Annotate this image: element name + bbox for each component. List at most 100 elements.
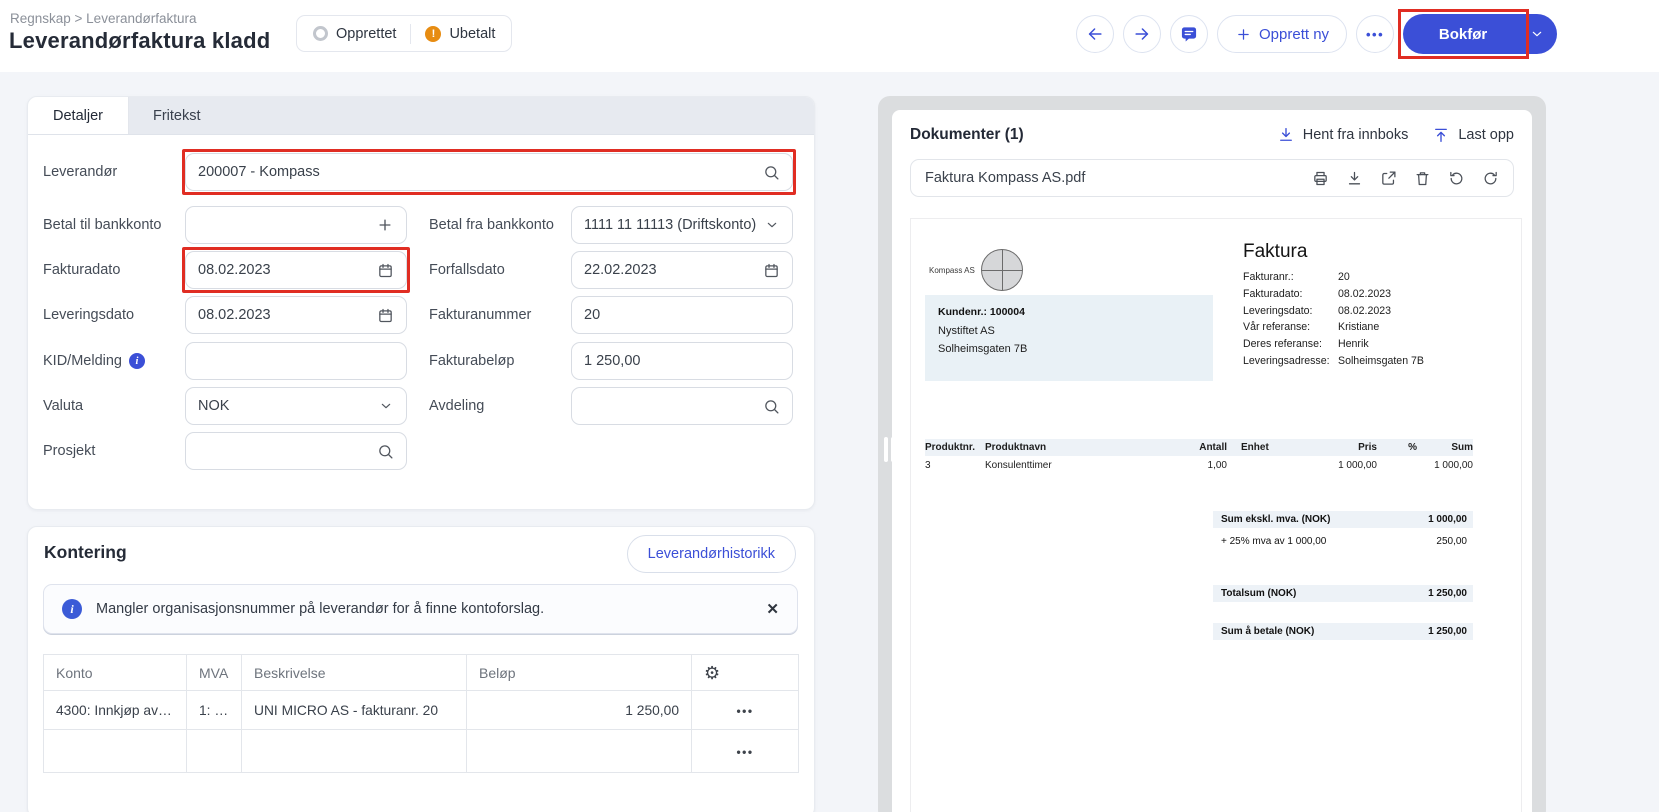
meta-value: Kristiane [1338, 319, 1379, 336]
open-external-button[interactable] [1380, 170, 1397, 187]
previous-button[interactable] [1076, 15, 1114, 53]
page-title: Leverandørfaktura kladd [9, 28, 270, 54]
total-row-totalsum: Totalsum (NOK) 1 250,00 [1213, 585, 1473, 602]
fakturabelop-value[interactable] [584, 353, 780, 369]
total-value: 1 000,00 [1428, 514, 1467, 525]
row-menu-button[interactable]: ••• [736, 745, 753, 759]
gear-icon[interactable]: ⚙ [704, 663, 720, 683]
last-opp-button[interactable]: Last opp [1432, 126, 1514, 144]
kid-melding-input[interactable] [185, 342, 407, 380]
tab-detaljer[interactable]: Detaljer [28, 97, 128, 134]
rotate-right-button[interactable] [1482, 170, 1499, 187]
panel-resize-handle[interactable] [881, 434, 897, 464]
betal-til-input[interactable] [185, 206, 407, 244]
info-icon[interactable]: i [129, 353, 145, 369]
rotate-left-button[interactable] [1448, 170, 1465, 187]
total-row-mva: + 25% mva av 1 000,00 250,00 [1213, 533, 1473, 550]
leveringsdato-value[interactable] [198, 307, 369, 323]
konto-value: 4300: Innkjøp av vare... [56, 703, 187, 718]
forfallsdato-input[interactable] [571, 251, 793, 289]
rotate-cw-icon [1482, 170, 1499, 187]
konto-cell[interactable] [44, 730, 187, 773]
fakturanummer-label: Fakturanummer [407, 307, 571, 323]
download-file-button[interactable] [1346, 170, 1363, 187]
meta-label: Deres referanse: [1243, 336, 1338, 353]
next-button[interactable] [1123, 15, 1161, 53]
calendar-icon [763, 262, 780, 279]
file-name: Faktura Kompass AS.pdf [925, 170, 1296, 186]
leverandorhistorikk-button[interactable]: Leverandørhistorikk [627, 535, 796, 573]
betal-til-label: Betal til bankkonto [43, 217, 185, 233]
tab-fritekst[interactable]: Fritekst [128, 97, 226, 134]
kid-melding-value[interactable] [198, 353, 394, 369]
prosjekt-input[interactable] [185, 432, 407, 470]
valuta-label: Valuta [43, 398, 185, 414]
row-menu-button[interactable]: ••• [736, 704, 753, 718]
hent-fra-innboks-label: Hent fra innboks [1303, 127, 1409, 143]
total-label: Totalsum (NOK) [1221, 588, 1296, 599]
belop-cell[interactable] [467, 730, 692, 773]
hent-fra-innboks-button[interactable]: Hent fra innboks [1277, 126, 1409, 144]
download-icon [1277, 126, 1295, 144]
leverandor-value[interactable] [198, 164, 755, 180]
col-beskrivelse: Beskrivelse [242, 655, 467, 691]
leverandor-input[interactable] [185, 153, 793, 191]
unpaid-status-icon: ! [425, 26, 441, 42]
badge-divider [410, 24, 411, 44]
bokfor-split-button: Bokfør [1403, 14, 1557, 54]
details-card: Detaljer Fritekst Leverandør Betal til b… [27, 96, 815, 510]
fakturadato-value[interactable] [198, 262, 369, 278]
meta-label: Leveringsadresse: [1243, 353, 1338, 370]
print-button[interactable] [1312, 170, 1329, 187]
mva-cell[interactable] [187, 730, 242, 773]
prosjekt-value[interactable] [198, 443, 369, 459]
col-belop: Beløp [467, 655, 692, 691]
fakturadato-input[interactable] [185, 251, 407, 289]
valuta-value[interactable] [198, 398, 370, 414]
breadcrumb[interactable]: Regnskap > Leverandørfaktura [10, 11, 196, 26]
kontering-row-1: 4300: Innkjøp av vare... 1: 25% UNI MICR… [44, 691, 799, 730]
betal-fra-value[interactable] [584, 217, 756, 233]
avdeling-input[interactable] [571, 387, 793, 425]
invoice-customer-box: Kundenr.: 100004 Nystiftet AS Solheimsga… [925, 295, 1213, 381]
konto-cell[interactable]: 4300: Innkjøp av vare... [44, 691, 187, 730]
fakturabelop-input[interactable] [571, 342, 793, 380]
search-icon [763, 164, 780, 181]
meta-label: Leveringsdato: [1243, 303, 1338, 320]
comments-button[interactable] [1170, 15, 1208, 53]
globe-logo-icon [981, 249, 1023, 291]
unpaid-status-label: Ubetalt [449, 26, 495, 42]
avdeling-value[interactable] [584, 398, 755, 414]
documents-header: Dokumenter (1) Hent fra innboks Last opp [910, 126, 1514, 144]
search-icon [763, 398, 780, 415]
details-tabbar: Detaljer Fritekst [28, 97, 814, 135]
printer-icon [1312, 170, 1329, 187]
create-new-button[interactable]: Opprett ny [1217, 15, 1347, 53]
beskrivelse-cell[interactable]: UNI MICRO AS - fakturanr. 20 [242, 691, 467, 730]
line-percent [1377, 460, 1417, 471]
download-icon [1346, 170, 1363, 187]
belop-cell[interactable]: 1 250,00 [467, 691, 692, 730]
bokfor-dropdown-button[interactable] [1517, 14, 1557, 54]
invoice-line-row: 3 Konsulenttimer 1,00 1 000,00 1 000,00 [925, 456, 1473, 475]
mva-cell[interactable]: 1: 25% [187, 691, 242, 730]
betal-fra-select[interactable] [571, 206, 793, 244]
meta-value: 08.02.2023 [1338, 303, 1391, 320]
close-icon[interactable]: ✕ [766, 600, 779, 618]
fakturanummer-value[interactable] [584, 307, 780, 323]
forfallsdato-value[interactable] [584, 262, 755, 278]
documents-card: Dokumenter (1) Hent fra innboks Last opp [892, 110, 1532, 812]
leveringsdato-input[interactable] [185, 296, 407, 334]
search-icon [377, 443, 394, 460]
betal-til-value[interactable] [198, 217, 368, 233]
meta-value: 08.02.2023 [1338, 286, 1391, 303]
total-value: 1 250,00 [1428, 626, 1467, 637]
tab-detaljer-label: Detaljer [53, 108, 103, 124]
beskrivelse-cell[interactable] [242, 730, 467, 773]
line-sum: 1 000,00 [1417, 460, 1473, 471]
delete-file-button[interactable] [1414, 170, 1431, 187]
valuta-select[interactable] [185, 387, 407, 425]
more-options-button[interactable]: ••• [1356, 15, 1394, 53]
pdf-preview-page: Kompass AS Faktura Fakturanr.:20 Faktura… [910, 218, 1522, 812]
fakturanummer-input[interactable] [571, 296, 793, 334]
